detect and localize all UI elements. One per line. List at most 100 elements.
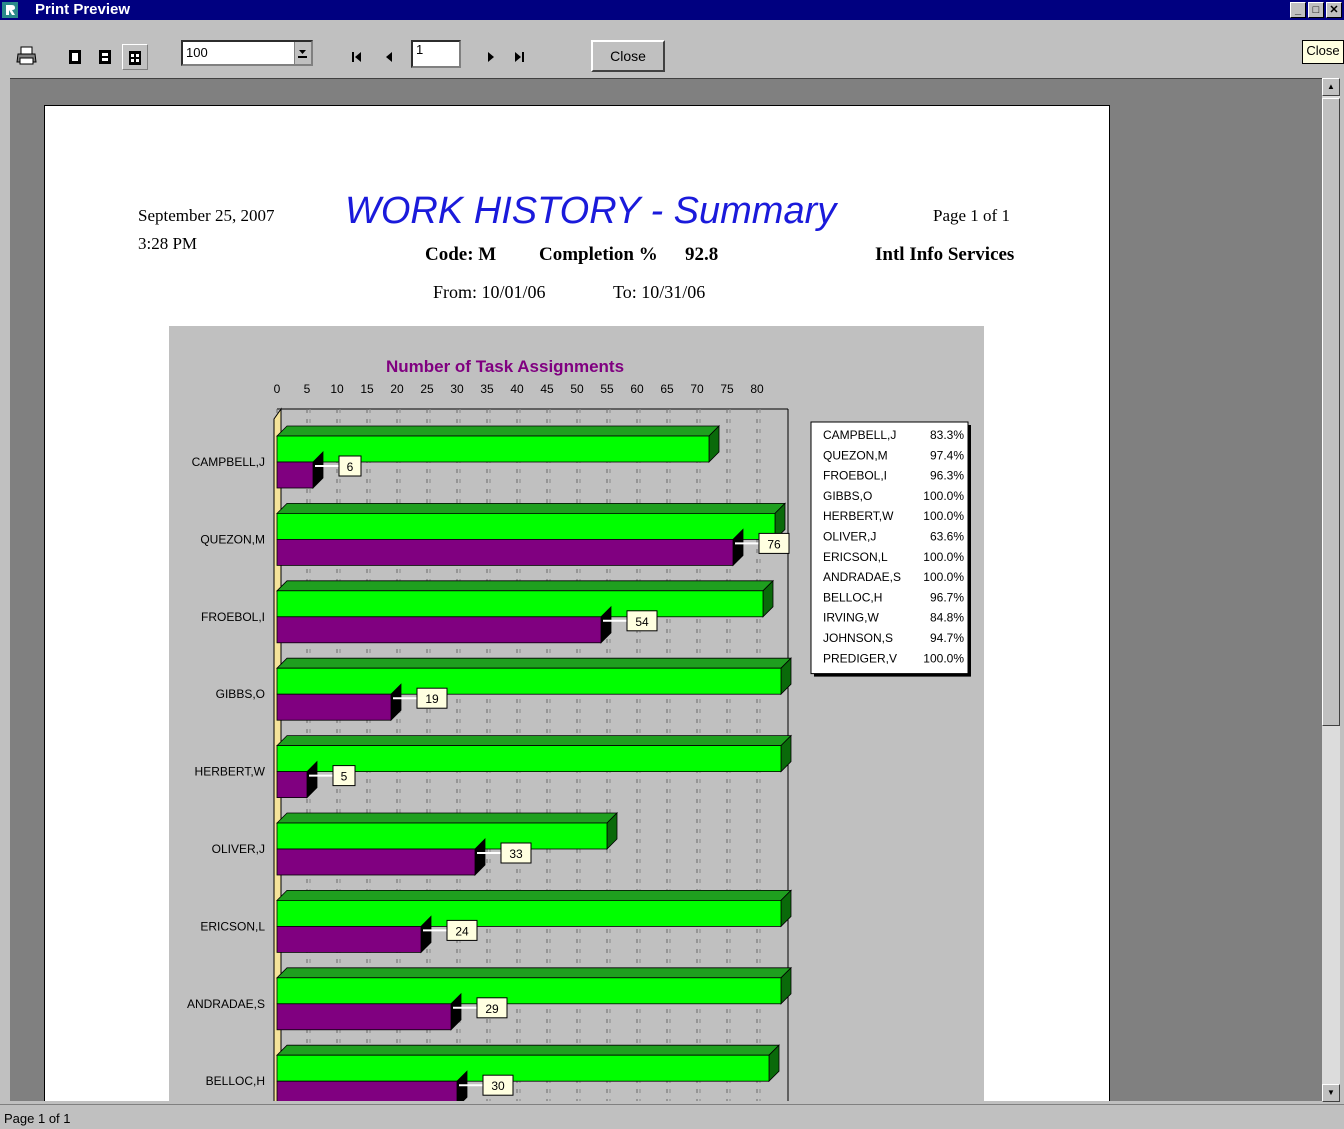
zoom-value: 100 <box>186 45 208 60</box>
green-bar <box>276 900 782 927</box>
legend-name: CAMPBELL,J <box>823 428 896 442</box>
green-bar-top <box>276 580 774 592</box>
green-bar <box>276 977 782 1005</box>
chart-area: Number of Task Assignments 0 5 10 15 20 25 30 35… <box>169 326 984 1101</box>
legend-percent: 100.0% <box>923 651 964 665</box>
vertical-scrollbar[interactable]: ▲ ▼ <box>1322 78 1340 1102</box>
legend-name: HERBERT,W <box>823 509 894 523</box>
zoom-dropdown-button[interactable] <box>294 42 311 64</box>
green-bar-top <box>276 890 792 901</box>
category-label: QUEZON,M <box>200 532 265 546</box>
x-tick-label: 60 <box>630 382 644 396</box>
date-from: From: 10/01/06 <box>433 282 546 302</box>
multi-page-icon[interactable] <box>128 50 142 66</box>
completion-label: Completion % <box>539 244 658 265</box>
legend-percent: 96.7% <box>930 590 964 604</box>
purple-bar <box>276 1003 452 1031</box>
page-number-input[interactable]: 1 <box>411 40 461 68</box>
legend-name: GIBBS,O <box>823 489 872 503</box>
next-page-icon[interactable] <box>484 50 498 64</box>
zoom-select[interactable]: 100 <box>181 40 313 66</box>
legend-percent: 94.7% <box>930 631 964 645</box>
x-tick-label: 0 <box>274 382 281 396</box>
category-label: FROEBOL,I <box>201 610 265 624</box>
legend-percent: 96.3% <box>930 469 964 483</box>
printer-icon[interactable] <box>16 46 38 66</box>
x-tick-label: 25 <box>420 382 434 396</box>
legend-name: ERICSON,L <box>823 550 888 564</box>
app-icon <box>2 2 18 18</box>
legend-percent: 100.0% <box>923 489 964 503</box>
x-tick-label: 10 <box>330 382 344 396</box>
chart-title: Number of Task Assignments <box>386 357 624 376</box>
category-label: ANDRADAE,S <box>187 997 265 1011</box>
data-label: 33 <box>509 847 523 861</box>
scroll-thumb[interactable] <box>1322 98 1340 726</box>
data-label: 54 <box>635 615 649 629</box>
green-bar-top <box>276 657 792 669</box>
x-tick-label: 75 <box>720 382 734 396</box>
legend-percent: 100.0% <box>923 509 964 523</box>
close-window-button[interactable]: ✕ <box>1326 2 1342 18</box>
green-bar <box>276 822 608 850</box>
data-label: 6 <box>347 460 354 474</box>
purple-bar <box>276 848 476 876</box>
maximize-button[interactable]: □ <box>1308 2 1324 18</box>
two-page-icon[interactable] <box>98 49 112 65</box>
category-label: OLIVER,J <box>212 842 265 856</box>
data-label: 19 <box>425 692 439 706</box>
green-bar-top <box>276 1044 780 1056</box>
last-page-icon[interactable] <box>512 50 526 64</box>
scroll-up-arrow[interactable]: ▲ <box>1322 78 1340 96</box>
data-label: 5 <box>341 770 348 784</box>
report-title: WORK HISTORY - Summary <box>345 190 837 232</box>
purple-bar <box>276 538 734 566</box>
legend-percent: 100.0% <box>923 550 964 564</box>
preview-viewport[interactable]: September 25, 2007 3:28 PM WORK HISTORY … <box>10 78 1322 1101</box>
category-label: ERICSON,L <box>200 919 265 933</box>
one-page-icon[interactable] <box>68 49 82 65</box>
data-label: 30 <box>491 1079 505 1093</box>
first-page-icon[interactable] <box>350 50 364 64</box>
green-bar-top <box>276 735 792 746</box>
legend-percent: 97.4% <box>930 448 964 462</box>
status-bar: Page 1 of 1 <box>0 1104 1344 1129</box>
category-label: HERBERT,W <box>195 765 266 779</box>
close-tooltip: Close <box>1302 40 1344 64</box>
x-tick-label: 35 <box>480 382 494 396</box>
legend-name: IRVING,W <box>823 611 879 625</box>
x-tick-label: 40 <box>510 382 524 396</box>
purple-bar <box>276 461 314 489</box>
legend-name: BELLOC,H <box>823 590 882 604</box>
legend-name: FROEBOL,I <box>823 469 887 483</box>
window-title: Print Preview <box>35 1 131 18</box>
date-to: To: 10/31/06 <box>613 282 706 302</box>
x-tick-label: 65 <box>660 382 674 396</box>
green-bar <box>276 667 782 695</box>
legend-percent: 63.6% <box>930 530 964 544</box>
x-tick-label: 50 <box>570 382 584 396</box>
x-tick-label: 70 <box>690 382 704 396</box>
x-tick-label: 5 <box>304 382 311 396</box>
report-code: Code: M <box>425 244 497 265</box>
purple-bar <box>276 616 602 644</box>
green-bar <box>276 1054 770 1082</box>
x-tick-label: 20 <box>390 382 404 396</box>
prev-page-icon[interactable] <box>382 50 396 64</box>
chevron-down-icon <box>298 50 307 58</box>
scroll-down-arrow[interactable]: ▼ <box>1322 1084 1340 1102</box>
status-text: Page 1 of 1 <box>4 1111 71 1126</box>
close-preview-button[interactable]: Close <box>591 40 665 72</box>
green-bar-top <box>276 503 786 514</box>
green-bar-top <box>276 812 618 824</box>
data-label: 76 <box>767 537 781 551</box>
green-bar <box>276 590 764 618</box>
x-tick-label: 15 <box>360 382 374 396</box>
data-label: 24 <box>455 924 469 938</box>
window-titlebar: Print Preview _ □ ✕ <box>0 0 1344 20</box>
category-label: GIBBS,O <box>216 687 265 701</box>
legend-name: PREDIGER,V <box>823 651 897 665</box>
legend-name: ANDRADAE,S <box>823 570 901 584</box>
x-tick-label: 30 <box>450 382 464 396</box>
minimize-button[interactable]: _ <box>1290 2 1306 18</box>
